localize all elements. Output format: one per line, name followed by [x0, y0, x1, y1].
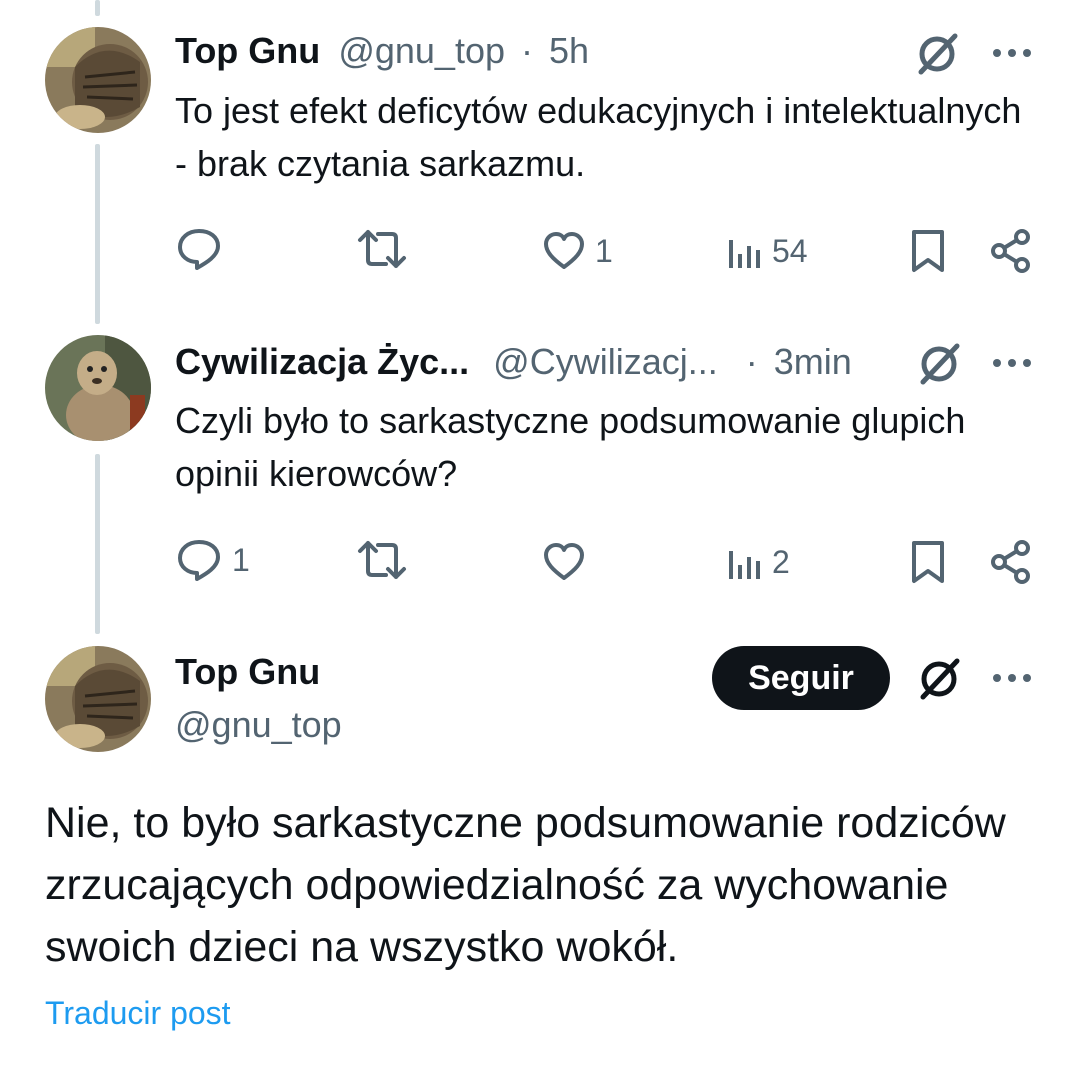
- bookmark-icon: [912, 230, 944, 272]
- retweet-button[interactable]: [356, 226, 418, 272]
- share-icon: [991, 229, 1030, 273]
- view-count: 2: [772, 543, 790, 580]
- tweet-text: To jest efekt deficytów edukacyjnych i i…: [175, 90, 1022, 184]
- more-options-icon[interactable]: [990, 38, 1034, 68]
- author-handle[interactable]: @Cywilizacj...: [493, 341, 718, 382]
- retweet-icon: [358, 541, 406, 579]
- retweet-button[interactable]: [356, 537, 418, 583]
- heart-icon: [544, 543, 584, 580]
- post-text: Nie, to było sarkastyczne podsumowanie r…: [45, 799, 1006, 971]
- more-options-icon[interactable]: [990, 348, 1034, 378]
- avatar[interactable]: [45, 335, 151, 441]
- grok-icon[interactable]: [910, 27, 964, 81]
- heart-icon: [544, 232, 584, 269]
- timestamp[interactable]: 5h: [549, 30, 589, 71]
- reply-count: 1: [232, 541, 250, 578]
- share-button[interactable]: [990, 228, 1032, 274]
- tweet-header: Cywilizacja Życ... @Cywilizacj... · 3min: [175, 340, 852, 384]
- reply-button[interactable]: 1: [176, 537, 250, 583]
- bookmark-icon: [912, 541, 944, 583]
- avatar[interactable]: [45, 646, 151, 752]
- thread-line-2: [95, 454, 100, 634]
- views-button[interactable]: 54: [728, 228, 808, 274]
- author-handle[interactable]: @gnu_top: [175, 704, 342, 745]
- share-button[interactable]: [990, 539, 1032, 585]
- author-name[interactable]: Cywilizacja Życ...: [175, 341, 469, 382]
- separator-dot: ·: [521, 30, 534, 71]
- grok-icon[interactable]: [912, 337, 966, 391]
- tiger-avatar-icon: [45, 27, 151, 133]
- avatar[interactable]: [45, 27, 151, 133]
- view-count: 54: [772, 232, 808, 269]
- author-name[interactable]: Top Gnu: [175, 30, 320, 71]
- meerkat-avatar-icon: [45, 335, 151, 441]
- like-button[interactable]: 1: [543, 228, 613, 274]
- retweet-icon: [358, 230, 406, 268]
- reply-icon: [178, 229, 220, 270]
- views-icon: [729, 240, 760, 268]
- share-icon: [991, 540, 1030, 584]
- main-author-name-wrap: Top Gnu: [175, 650, 320, 694]
- main-author-handle-wrap: @gnu_top: [175, 703, 342, 747]
- tweet-text: Czyli było to sarkastyczne podsumowanie …: [175, 400, 966, 494]
- grok-icon[interactable]: [912, 652, 966, 706]
- tweet-header: Top Gnu @gnu_top · 5h: [175, 29, 589, 73]
- author-handle[interactable]: @gnu_top: [338, 30, 505, 71]
- reply-button[interactable]: [176, 226, 232, 272]
- thread-line-1: [95, 144, 100, 324]
- reply-icon: [178, 540, 220, 581]
- separator-dot: ·: [745, 341, 758, 382]
- tiger-avatar-icon: [45, 646, 151, 752]
- more-options-icon[interactable]: [990, 663, 1034, 693]
- translate-post-link[interactable]: Traducir post: [45, 995, 231, 1032]
- bookmark-button[interactable]: [910, 539, 946, 585]
- like-count: 1: [595, 232, 613, 269]
- like-button[interactable]: [543, 539, 595, 585]
- author-name[interactable]: Top Gnu: [175, 651, 320, 692]
- timestamp[interactable]: 3min: [774, 341, 852, 382]
- thread-line-top: [95, 0, 100, 16]
- views-button[interactable]: 2: [728, 539, 790, 585]
- bookmark-button[interactable]: [910, 228, 946, 274]
- views-icon: [729, 551, 760, 579]
- follow-button[interactable]: Seguir: [712, 646, 890, 710]
